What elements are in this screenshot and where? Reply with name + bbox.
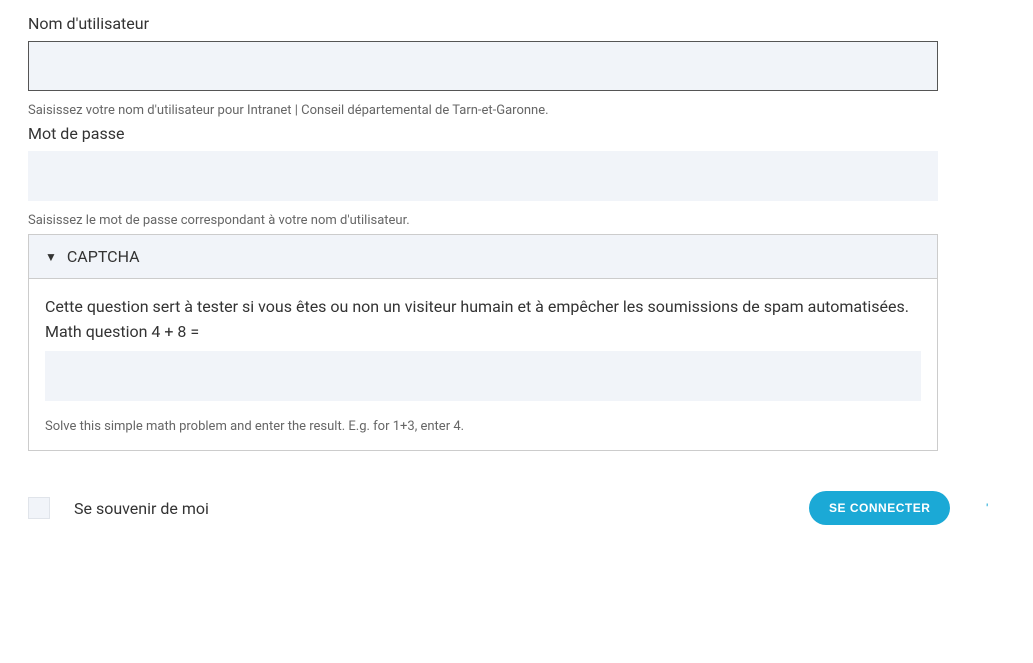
- username-group: Nom d'utilisateur Saisissez votre nom d'…: [28, 14, 1005, 118]
- captcha-panel: ▼ CAPTCHA Cette question sert à tester s…: [28, 234, 938, 451]
- username-hint: Saisissez votre nom d'utilisateur pour I…: [28, 103, 1005, 118]
- submit-button[interactable]: SE CONNECTER: [809, 491, 950, 525]
- remember-group: Se souvenir de moi: [28, 497, 209, 519]
- remember-checkbox[interactable]: [28, 497, 50, 519]
- password-group: Mot de passe Saisissez le mot de passe c…: [28, 124, 1005, 228]
- password-hint: Saisissez le mot de passe correspondant …: [28, 213, 1005, 228]
- captcha-body: Cette question sert à tester si vous ête…: [29, 279, 937, 450]
- tick-icon: ': [986, 503, 988, 514]
- remember-label: Se souvenir de moi: [74, 499, 209, 518]
- password-input[interactable]: [28, 151, 938, 201]
- captcha-description: Cette question sert à tester si vous ête…: [45, 297, 921, 316]
- captcha-input[interactable]: [45, 351, 921, 401]
- right-actions: SE CONNECTER ': [809, 491, 988, 525]
- username-label: Nom d'utilisateur: [28, 14, 1005, 33]
- footer-row: Se souvenir de moi SE CONNECTER ': [28, 491, 988, 525]
- captcha-title: CAPTCHA: [67, 247, 140, 266]
- password-label: Mot de passe: [28, 124, 1005, 143]
- captcha-toggle[interactable]: ▼ CAPTCHA: [29, 235, 937, 279]
- captcha-hint: Solve this simple math problem and enter…: [45, 419, 921, 434]
- username-input[interactable]: [28, 41, 938, 91]
- captcha-question: Math question 4 + 8 =: [45, 322, 921, 341]
- chevron-down-icon: ▼: [45, 250, 57, 264]
